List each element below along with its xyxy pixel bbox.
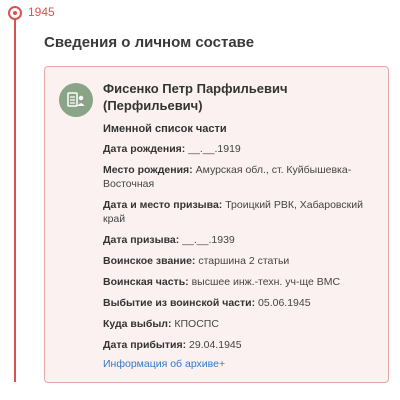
info-field: Дата призыва: __.__.1939 xyxy=(103,233,378,247)
field-label: Дата и место призыва: xyxy=(103,199,223,211)
info-field: Воинское звание: старшина 2 статьи xyxy=(103,254,378,268)
timeline-line xyxy=(14,14,16,382)
section-title: Сведения о личном составе xyxy=(44,34,255,51)
info-field: Дата прибытия: 29.04.1945 xyxy=(103,338,378,352)
field-label: Воинское звание: xyxy=(103,255,196,267)
archive-info-link[interactable]: Информация об архиве+ xyxy=(103,358,378,370)
document-person-icon xyxy=(59,83,93,117)
info-field: Куда выбыл: КПОСПС xyxy=(103,317,378,331)
info-field: Воинская часть: высшее инж.-техн. уч-ще … xyxy=(103,275,378,289)
field-value: __.__.1919 xyxy=(188,143,241,155)
field-label: Дата призыва: xyxy=(103,234,180,246)
field-value: 29.04.1945 xyxy=(189,339,242,351)
card-content: Фисенко Петр Парфильевич (Перфильевич) И… xyxy=(103,80,378,370)
field-value: КПОСПС xyxy=(174,318,219,330)
field-value: старшина 2 статьи xyxy=(198,255,290,267)
field-label: Дата рождения: xyxy=(103,143,186,155)
field-value: __.__.1939 xyxy=(182,234,235,246)
timeline-year: 1945 xyxy=(28,5,55,19)
timeline-marker-icon xyxy=(8,6,22,20)
field-label: Выбытие из воинской части: xyxy=(103,297,256,309)
field-label: Куда выбыл: xyxy=(103,318,172,330)
list-title: Именной список части xyxy=(103,123,227,135)
field-value: высшее инж.-техн. уч-ще ВМС xyxy=(191,276,341,288)
person-name: Фисенко Петр Парфильевич (Перфильевич) xyxy=(103,81,288,113)
field-label: Воинская часть: xyxy=(103,276,189,288)
page: 1945 Сведения о личном составе Фисенко П… xyxy=(0,0,400,400)
info-field: Выбытие из воинской части: 05.06.1945 xyxy=(103,296,378,310)
info-field: Дата и место призыва: Троицкий РВК, Хаба… xyxy=(103,198,378,226)
field-label: Место рождения: xyxy=(103,164,193,176)
info-field: Дата рождения: __.__.1919 xyxy=(103,142,378,156)
field-label: Дата прибытия: xyxy=(103,339,187,351)
field-value: 05.06.1945 xyxy=(258,297,311,309)
info-field: Место рождения: Амурская обл., ст. Куйбы… xyxy=(103,163,378,191)
personnel-card: Фисенко Петр Парфильевич (Перфильевич) И… xyxy=(44,66,389,383)
